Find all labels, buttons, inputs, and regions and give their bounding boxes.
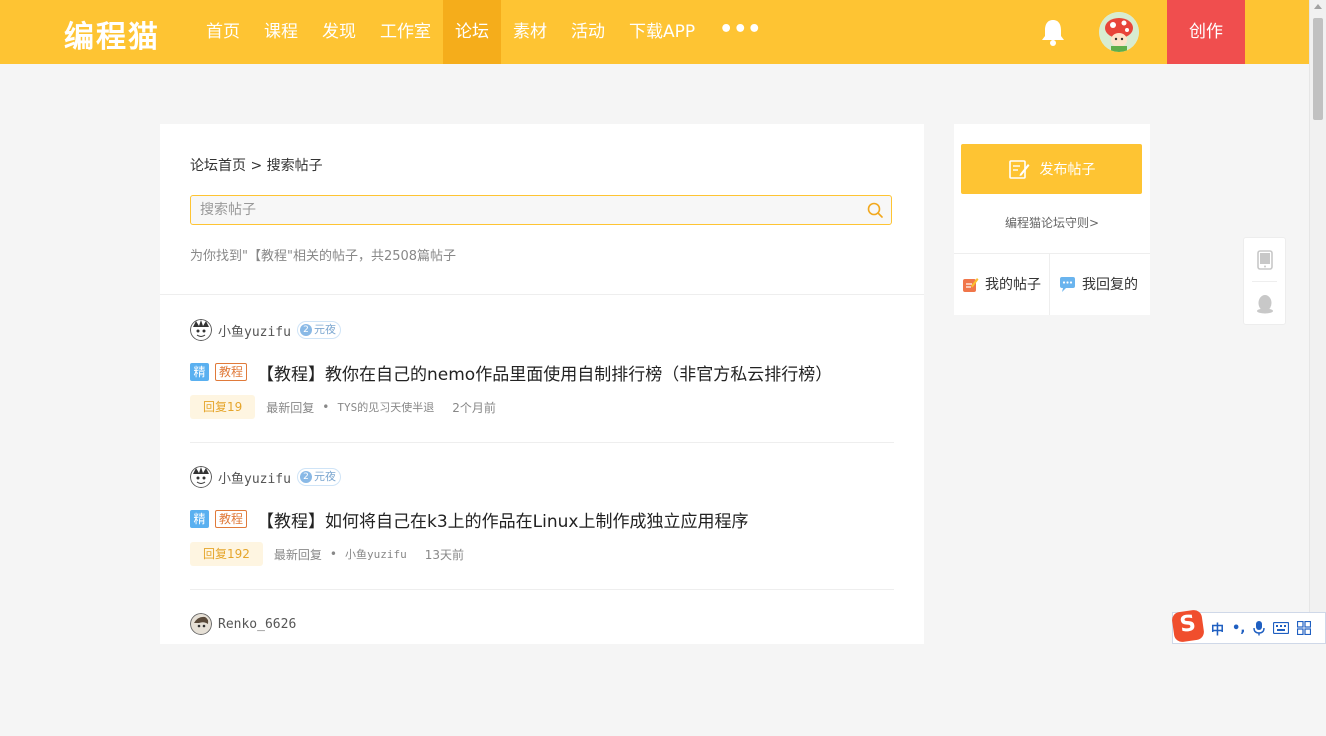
- post-meta: 回复192 最新回复 • 小鱼yuzifu 13天前: [190, 542, 464, 566]
- sogou-logo-icon[interactable]: S: [1171, 609, 1205, 643]
- latest-reply-time: 2个月前: [452, 400, 496, 415]
- post-author: Renko_6626: [190, 613, 296, 635]
- user-avatar[interactable]: [1099, 12, 1139, 52]
- badge-text: 元夜: [313, 470, 336, 483]
- ime-toolbar: S 中 •,: [1171, 609, 1326, 644]
- nav-forum[interactable]: 论坛: [443, 0, 501, 64]
- latest-reply-user[interactable]: TYS的见习天使半退: [337, 399, 434, 415]
- result-summary: 为你找到"【教程"相关的帖子，共2508篇帖子: [190, 249, 457, 264]
- author-badge: 2 元夜: [296, 321, 341, 339]
- breadcrumb-forum-home[interactable]: 论坛首页: [190, 158, 246, 174]
- latest-reply-label: 最新回复: [266, 400, 315, 415]
- author-badge: 2 元夜: [296, 468, 341, 486]
- post-title-link[interactable]: 【教程】教你在自己的nemo作品里面使用自制排行榜（非官方私云排行榜）: [257, 360, 832, 385]
- notebook-icon: [963, 277, 979, 292]
- my-replies-link[interactable]: 我回复的: [1059, 274, 1138, 294]
- post-author: 小鱼yuzifu 2 元夜: [190, 466, 341, 488]
- category-tag: 教程: [215, 510, 248, 528]
- nav-courses[interactable]: 课程: [252, 0, 310, 64]
- nav-download-app[interactable]: 下载APP: [617, 0, 707, 64]
- qq-penguin-icon[interactable]: [1256, 294, 1274, 314]
- search-icon[interactable]: [867, 202, 883, 218]
- scroll-up-arrow-icon[interactable]: [1314, 4, 1322, 9]
- author-avatar[interactable]: [190, 319, 212, 341]
- author-name[interactable]: 小鱼yuzifu: [218, 468, 291, 487]
- badge-level: 2: [299, 324, 312, 336]
- search-results-panel: 论坛首页 > 搜索帖子 为你找到"【教程"相关的帖子，共2508篇帖子 小鱼yu…: [160, 124, 924, 644]
- page-scrollbar[interactable]: [1309, 0, 1326, 644]
- mushroom-avatar-icon: [1099, 12, 1139, 52]
- badge-level: 2: [299, 471, 312, 483]
- forum-rules-link[interactable]: 编程猫论坛守则>: [954, 214, 1150, 231]
- featured-tag: 精: [190, 510, 209, 528]
- grid-icon[interactable]: [1297, 621, 1312, 635]
- floating-toolbar: [1243, 237, 1286, 325]
- author-name[interactable]: 小鱼yuzifu: [218, 321, 291, 340]
- author-name[interactable]: Renko_6626: [218, 617, 296, 632]
- breadcrumb-current: 搜索帖子: [266, 158, 323, 174]
- author-avatar[interactable]: [190, 466, 212, 488]
- bell-icon[interactable]: [1040, 18, 1066, 46]
- keyboard-icon[interactable]: [1273, 622, 1290, 634]
- my-posts-label: 我的帖子: [985, 277, 1041, 293]
- nav-more-icon[interactable]: •••: [707, 0, 773, 64]
- meta-dot: •: [329, 547, 337, 561]
- divider: [1252, 281, 1277, 282]
- post-title-link[interactable]: 【教程】如何将自己在k3上的作品在Linux上制作成独立应用程序: [257, 507, 748, 532]
- publish-post-button[interactable]: 发布帖子: [961, 144, 1142, 194]
- meta-dot: •: [322, 400, 330, 414]
- top-navbar: 编程猫 首页 课程 发现 工作室 论坛 素材 活动 下载APP ••• 创作: [0, 0, 1309, 64]
- mic-icon[interactable]: [1253, 620, 1265, 636]
- nav-home[interactable]: 首页: [194, 0, 252, 64]
- latest-reply-user[interactable]: 小鱼yuzifu: [345, 546, 407, 562]
- search-box: [190, 195, 892, 225]
- forum-sidebar: 发布帖子 编程猫论坛守则> 我的帖子 我回复的: [954, 124, 1150, 315]
- reply-count-badge: 回复19: [190, 395, 256, 419]
- mobile-phone-icon[interactable]: [1257, 250, 1273, 270]
- post-author: 小鱼yuzifu 2 元夜: [190, 319, 341, 341]
- chat-bubble-icon: [1060, 276, 1075, 292]
- main-nav: 首页 课程 发现 工作室 论坛 素材 活动 下载APP •••: [194, 0, 773, 64]
- site-logo[interactable]: 编程猫: [64, 12, 160, 56]
- latest-reply-time: 13天前: [424, 547, 465, 562]
- latest-reply-label: 最新回复: [273, 547, 322, 562]
- post-item: 小鱼yuzifu 2 元夜 精 教程 【教程】教你在自己的nemo作品里面使用自…: [190, 295, 894, 443]
- cartoon-avatar-icon: [190, 319, 212, 341]
- author-avatar[interactable]: [190, 613, 212, 635]
- ime-punctuation-toggle[interactable]: •,: [1232, 621, 1245, 636]
- divider: [954, 253, 1150, 254]
- post-item: 小鱼yuzifu 2 元夜 精 教程 【教程】如何将自己在k3上的作品在Linu…: [190, 442, 894, 590]
- ime-language-toggle[interactable]: 中: [1211, 619, 1224, 638]
- sketch-avatar-icon: [190, 613, 212, 635]
- publish-post-label: 发布帖子: [1039, 162, 1096, 178]
- divider: [1049, 254, 1050, 315]
- my-replies-label: 我回复的: [1082, 277, 1138, 293]
- nav-discover[interactable]: 发现: [310, 0, 368, 64]
- badge-text: 元夜: [313, 323, 336, 336]
- search-input[interactable]: [200, 196, 860, 224]
- cartoon-avatar-icon: [190, 466, 212, 488]
- category-tag: 教程: [215, 363, 248, 381]
- create-button[interactable]: 创作: [1167, 0, 1245, 64]
- breadcrumb: 论坛首页 > 搜索帖子: [190, 155, 323, 175]
- nav-materials[interactable]: 素材: [501, 0, 559, 64]
- edit-icon: [1008, 160, 1029, 179]
- breadcrumb-separator: >: [246, 158, 267, 174]
- post-item: Renko_6626: [190, 589, 894, 736]
- post-meta: 回复19 最新回复 • TYS的见习天使半退 2个月前: [190, 395, 496, 419]
- nav-studio[interactable]: 工作室: [368, 0, 443, 64]
- nav-events[interactable]: 活动: [559, 0, 617, 64]
- scroll-thumb[interactable]: [1313, 18, 1323, 120]
- reply-count-badge: 回复192: [190, 542, 263, 566]
- post-title-row: 精 教程 【教程】如何将自己在k3上的作品在Linux上制作成独立应用程序: [190, 507, 748, 532]
- my-posts-link[interactable]: 我的帖子: [962, 274, 1041, 294]
- featured-tag: 精: [190, 363, 209, 381]
- post-title-row: 精 教程 【教程】教你在自己的nemo作品里面使用自制排行榜（非官方私云排行榜）: [190, 360, 832, 385]
